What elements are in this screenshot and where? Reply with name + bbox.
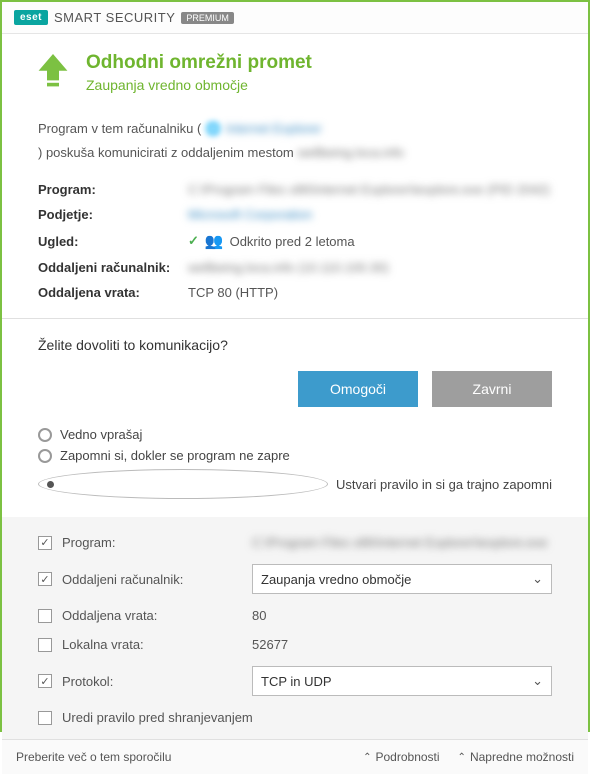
product-name: SMART SECURITY <box>54 10 175 25</box>
header: Odhodni omrežni promet Zaupanja vredno o… <box>38 52 552 95</box>
rule-proto-select[interactable]: TCP in UDP ⌄ <box>252 666 552 696</box>
program-label: Program: <box>38 182 188 197</box>
desc-pre: Program v tem računalniku ( <box>38 119 201 139</box>
checkbox-program[interactable] <box>38 536 52 550</box>
company-label: Podjetje: <box>38 207 188 222</box>
checkbox-local-port[interactable] <box>38 638 52 652</box>
chevron-down-icon: ⌄ <box>532 571 543 587</box>
allow-button[interactable]: Omogoči <box>298 371 418 407</box>
remote-port-value: TCP 80 (HTTP) <box>188 285 278 300</box>
select-value: Zaupanja vredno območje <box>261 572 411 587</box>
rule-program-value: C:\Program Files x86\Internet Explorer\i… <box>252 535 548 550</box>
rule-edit-label: Uredi pravilo pred shranjevanjem <box>62 710 253 725</box>
edition-badge: PREMIUM <box>181 12 234 24</box>
people-icon: 👥 <box>205 232 224 250</box>
footer: Preberite več o tem sporočilu ⌃ Podrobno… <box>2 739 588 774</box>
rule-panel: Program: C:\Program Files x86\Internet E… <box>2 517 588 739</box>
ask-prompt: Želite dovoliti to komunikacijo? <box>38 337 552 353</box>
remote-value: wellbeing.loca.info (10.110.100.30) <box>188 260 389 275</box>
footer-more-link[interactable]: Preberite več o tem sporočilu <box>16 750 345 764</box>
remote-label: Oddaljeni računalnik: <box>38 260 188 275</box>
footer-details-label: Podrobnosti <box>376 750 440 764</box>
header-subtitle: Zaupanja vredno območje <box>86 77 312 93</box>
rule-rport-label: Oddaljena vrata: <box>62 608 242 623</box>
radio-icon <box>38 449 52 463</box>
description: Program v tem računalniku ( 🌐 Internet E… <box>38 119 552 162</box>
radio-label: Vedno vprašaj <box>60 427 142 442</box>
chevron-down-icon: ⌄ <box>532 673 543 689</box>
header-title: Odhodni omrežni promet <box>86 52 312 75</box>
chevron-up-icon: ⌃ <box>363 752 371 763</box>
radio-remember-until-close[interactable]: Zapomni si, dokler se program ne zapre <box>38 448 552 463</box>
desc-app: Internet Explorer <box>225 119 321 139</box>
radio-label: Zapomni si, dokler se program ne zapre <box>60 448 290 463</box>
brand-badge: eset <box>14 10 48 25</box>
titlebar: eset SMART SECURITY PREMIUM <box>2 2 588 34</box>
select-value: TCP in UDP <box>261 674 332 689</box>
reputation-label: Ugled: <box>38 234 188 249</box>
checkbox-edit-rule[interactable] <box>38 711 52 725</box>
radio-label: Ustvari pravilo in si ga trajno zapomni <box>336 477 552 492</box>
footer-details-toggle[interactable]: ⌃ Podrobnosti <box>363 750 439 764</box>
outbound-arrow-icon <box>38 54 72 95</box>
rule-proto-label: Protokol: <box>62 674 242 689</box>
radio-group: Vedno vprašaj Zapomni si, dokler se prog… <box>38 427 552 499</box>
divider <box>2 318 588 319</box>
reputation-value: Odkrito pred 2 letoma <box>230 234 355 249</box>
checkbox-remote[interactable] <box>38 572 52 586</box>
radio-icon <box>38 428 52 442</box>
rule-lport-label: Lokalna vrata: <box>62 637 242 652</box>
radio-icon <box>38 469 328 499</box>
program-value: C:\Program Files x86\Internet Explorer\i… <box>188 182 550 197</box>
content: Odhodni omrežni promet Zaupanja vredno o… <box>2 34 588 739</box>
footer-advanced-toggle[interactable]: ⌃ Napredne možnosti <box>458 750 574 764</box>
footer-advanced-label: Napredne možnosti <box>470 750 574 764</box>
rule-program-label: Program: <box>62 535 242 550</box>
checkbox-protocol[interactable] <box>38 674 52 688</box>
rule-remote-select[interactable]: Zaupanja vredno območje ⌄ <box>252 564 552 594</box>
checkbox-remote-port[interactable] <box>38 609 52 623</box>
check-icon: ✓ <box>188 233 199 249</box>
radio-create-rule[interactable]: Ustvari pravilo in si ga trajno zapomni <box>38 469 552 499</box>
globe-icon: 🌐 <box>205 119 221 139</box>
deny-button[interactable]: Zavrni <box>432 371 552 407</box>
info-fields: Program: C:\Program Files x86\Internet E… <box>38 182 552 300</box>
remote-port-label: Oddaljena vrata: <box>38 285 188 300</box>
rule-rport-value: 80 <box>252 608 552 623</box>
rule-remote-label: Oddaljeni računalnik: <box>62 572 242 587</box>
desc-tail: wellbeing.loca.info <box>298 143 404 163</box>
rule-lport-value: 52677 <box>252 637 552 652</box>
company-value[interactable]: Microsoft Corporation <box>188 207 312 222</box>
chevron-up-icon: ⌃ <box>458 752 466 763</box>
desc-post: ) poskuša komunicirati z oddaljenim mest… <box>38 143 294 163</box>
radio-always-ask[interactable]: Vedno vprašaj <box>38 427 552 442</box>
